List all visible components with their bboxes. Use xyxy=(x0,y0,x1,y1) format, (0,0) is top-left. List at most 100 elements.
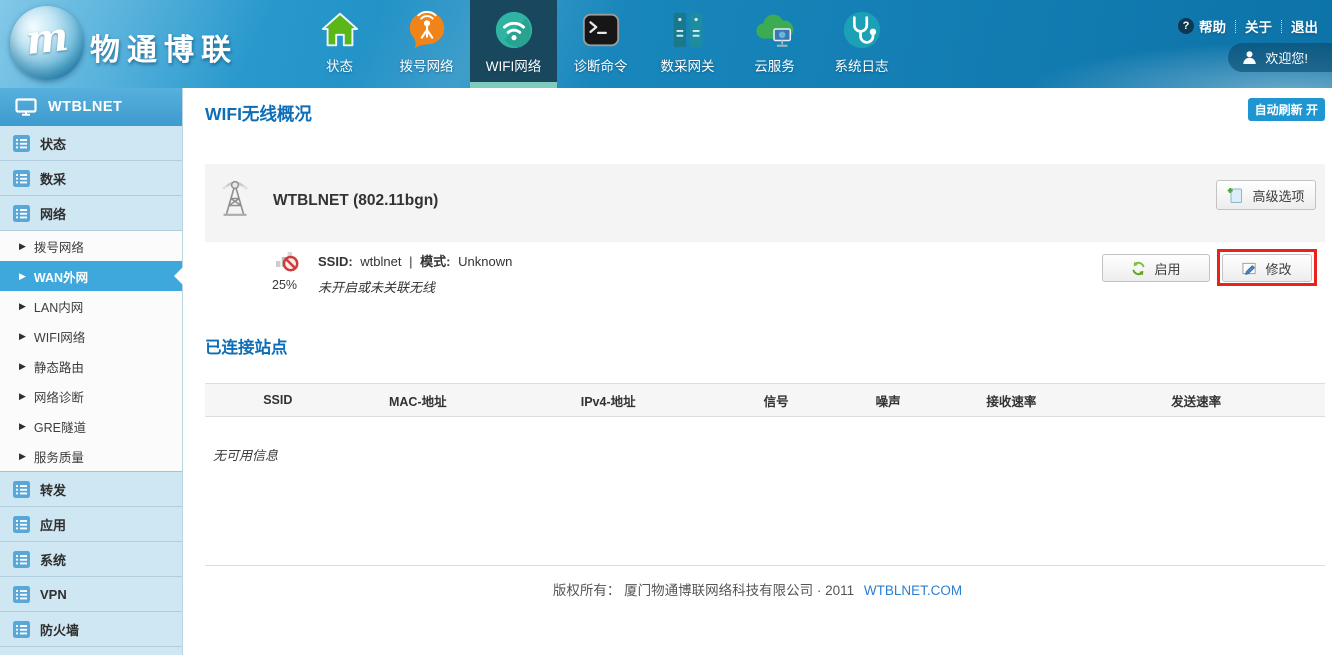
sidebar-item-label: 数采 xyxy=(40,169,66,188)
help-label: 帮助 xyxy=(1199,16,1226,36)
mode-value: Unknown xyxy=(458,254,512,269)
sidebar-item-label: 拨号网络 xyxy=(34,237,84,256)
user-icon xyxy=(1242,50,1257,65)
welcome-label: 欢迎您! xyxy=(1265,48,1308,67)
logout-link[interactable]: 退出 xyxy=(1291,16,1318,36)
enable-button[interactable]: 启用 xyxy=(1102,254,1210,282)
refresh-icon xyxy=(1131,261,1146,276)
sidebar-item-qos[interactable]: ▶ 服务质量 xyxy=(0,441,182,471)
wifi-device-panel: WTBLNET (802.11bgn) 高级选项 xyxy=(205,164,1325,242)
copyright-text: 版权所有： 厦门物通博联网络科技有限公司 · 2011 xyxy=(553,583,854,598)
list-icon xyxy=(13,621,30,638)
divider xyxy=(1235,20,1236,33)
brand-name: 物通博联 xyxy=(90,25,238,69)
footer: 版权所有： 厦门物通博联网络科技有限公司 · 2011 WTBLNET.COM xyxy=(183,579,1332,599)
sidebar-item-wan[interactable]: ▶ WAN外网 xyxy=(0,261,182,291)
server-icon xyxy=(667,7,709,53)
signal-disabled-icon xyxy=(274,247,300,278)
tab-label: 数采网关 xyxy=(661,55,715,75)
separator: | xyxy=(409,254,412,269)
tab-wifi-network[interactable]: WIFI网络 xyxy=(470,0,557,88)
tab-dial-network[interactable]: 拨号网络 xyxy=(383,0,470,88)
caret-right-icon: ▶ xyxy=(19,332,26,341)
tab-cloud-service[interactable]: 云服务 xyxy=(731,0,818,88)
network-submenu: ▶ 拨号网络 ▶ WAN外网 ▶ LAN内网 ▶ WIFI网络 ▶ 静态路由 ▶… xyxy=(0,231,182,472)
app-header: m 物通博联 状态 拨号网络 WIFI网络 诊断命令 数采网关 云服务 xyxy=(0,0,1332,88)
sidebar-item-network-diagnosis[interactable]: ▶ 网络诊断 xyxy=(0,381,182,411)
radio-info: SSID: wtblnet | 模式: Unknown 未开启或未关联无线 xyxy=(318,251,516,296)
header-links: ? 帮助 关于 退出 xyxy=(1178,16,1318,36)
tab-data-gateway[interactable]: 数采网关 xyxy=(644,0,731,88)
antenna-icon xyxy=(213,172,257,223)
tab-status[interactable]: 状态 xyxy=(296,0,383,88)
about-label: 关于 xyxy=(1245,16,1272,36)
sidebar-item-data-collect[interactable]: 数采 xyxy=(0,161,182,196)
enable-label: 启用 xyxy=(1154,259,1180,278)
col-rx-rate: 接收速率 xyxy=(955,384,1067,417)
advanced-options-button[interactable]: 高级选项 xyxy=(1216,180,1316,210)
help-link[interactable]: ? 帮助 xyxy=(1178,16,1226,36)
sidebar-item-label: 网络 xyxy=(40,204,66,223)
home-icon xyxy=(319,7,361,53)
sidebar-item-status[interactable]: 状态 xyxy=(0,126,182,161)
about-link[interactable]: 关于 xyxy=(1245,16,1272,36)
auto-refresh-toggle[interactable]: 自动刷新 开 xyxy=(1248,98,1325,121)
sidebar-item-forwarding[interactable]: 转发 xyxy=(0,472,182,507)
col-ipv4: IPv4-地址 xyxy=(485,384,731,417)
main-content: WIFI无线概况 自动刷新 开 WTBLNET (802.11bgn) 高级选项… xyxy=(183,88,1332,655)
logout-label: 退出 xyxy=(1291,16,1318,36)
tab-system-log[interactable]: 系统日志 xyxy=(818,0,905,88)
sidebar-item-label: VPN xyxy=(40,587,67,602)
radio-status-row: 25% SSID: wtblnet | 模式: Unknown 未开启或未关联无… xyxy=(205,242,1325,310)
ssid-value: wtblnet xyxy=(360,254,401,269)
sidebar-item-vpn[interactable]: VPN xyxy=(0,577,182,612)
sidebar-item-label: 转发 xyxy=(40,480,66,499)
ssid-label: SSID: xyxy=(318,254,353,269)
caret-right-icon: ▶ xyxy=(19,452,26,461)
sidebar-item-label: 网络诊断 xyxy=(34,387,84,406)
advanced-options-label: 高级选项 xyxy=(1252,186,1304,205)
sidebar-item-system[interactable]: 系统 xyxy=(0,542,182,577)
tab-diagnostic-command[interactable]: 诊断命令 xyxy=(557,0,644,88)
sidebar-item-label: 状态 xyxy=(40,134,66,153)
sidebar-item-gre-tunnel[interactable]: ▶ GRE隧道 xyxy=(0,411,182,441)
list-icon xyxy=(13,170,30,187)
top-nav: 状态 拨号网络 WIFI网络 诊断命令 数采网关 云服务 系统日志 xyxy=(296,0,905,88)
ssid-line: SSID: wtblnet | 模式: Unknown xyxy=(318,251,516,270)
caret-right-icon: ▶ xyxy=(19,272,26,281)
edit-icon xyxy=(1242,261,1257,276)
modify-label: 修改 xyxy=(1265,259,1291,278)
sidebar-item-label: 防火墙 xyxy=(40,620,79,639)
sidebar-item-label: 静态路由 xyxy=(34,357,84,376)
sidebar-item-network[interactable]: 网络 xyxy=(0,196,182,231)
device-name-header: WTBLNET xyxy=(0,88,182,126)
broadcast-icon xyxy=(406,7,448,53)
question-icon: ? xyxy=(1178,18,1194,34)
terminal-icon xyxy=(580,7,622,53)
sidebar-item-static-route[interactable]: ▶ 静态路由 xyxy=(0,351,182,381)
caret-right-icon: ▶ xyxy=(19,302,26,311)
sidebar-item-label: 服务质量 xyxy=(34,447,84,466)
modify-button[interactable]: 修改 xyxy=(1222,254,1312,282)
site-link[interactable]: WTBLNET.COM xyxy=(864,583,962,598)
sidebar-item-label: LAN内网 xyxy=(34,297,83,316)
sidebar-item-dial-network[interactable]: ▶ 拨号网络 xyxy=(0,231,182,261)
monitor-icon xyxy=(15,98,37,116)
col-noise: 噪声 xyxy=(821,384,955,417)
sidebar-item-lan[interactable]: ▶ LAN内网 xyxy=(0,291,182,321)
sidebar-item-firewall[interactable]: 防火墙 xyxy=(0,612,182,647)
caret-right-icon: ▶ xyxy=(19,422,26,431)
stations-table: SSID MAC-地址 IPv4-地址 信号 噪声 接收速率 发送速率 xyxy=(205,383,1325,417)
page-title: WIFI无线概况 xyxy=(205,101,312,126)
welcome-pill[interactable]: 欢迎您! xyxy=(1228,43,1332,72)
logo-glyph: m xyxy=(24,13,71,64)
sidebar-item-wifi[interactable]: ▶ WIFI网络 xyxy=(0,321,182,351)
sidebar-item-label: WIFI网络 xyxy=(34,327,85,346)
list-icon xyxy=(13,135,30,152)
caret-right-icon: ▶ xyxy=(19,392,26,401)
sidebar-item-application[interactable]: 应用 xyxy=(0,507,182,542)
sidebar-item-label: GRE隧道 xyxy=(34,417,86,436)
sidebar-item-label: 系统 xyxy=(40,550,66,569)
wifi-device-name: WTBLNET (802.11bgn) xyxy=(273,192,438,210)
tab-label: 拨号网络 xyxy=(400,55,454,75)
